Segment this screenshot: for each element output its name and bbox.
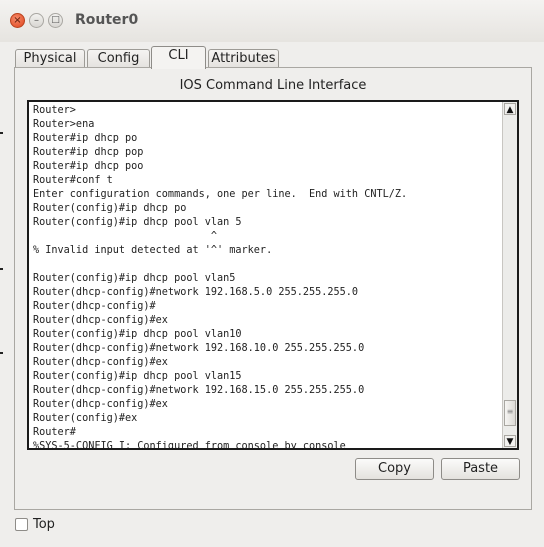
- terminal-line: Router(config)#ip dhcp pool vlan10: [33, 329, 242, 340]
- minimize-window-button[interactable]: –: [29, 13, 44, 28]
- terminal-line: Router(config)#ip dhcp pool vlan15: [33, 371, 242, 382]
- terminal-scrollbar[interactable]: ▲ ≡ ▼: [502, 102, 517, 448]
- tab-config[interactable]: Config: [87, 49, 150, 69]
- terminal-line: Router(dhcp-config)#network 192.168.5.0 …: [33, 287, 359, 298]
- panel-title: IOS Command Line Interface: [179, 78, 367, 93]
- scroll-thumb[interactable]: ≡: [504, 400, 516, 426]
- edge-artifact: [0, 268, 3, 270]
- terminal-line: ^: [33, 231, 218, 242]
- terminal-line: Router(dhcp-config)#ex: [33, 357, 168, 368]
- scroll-up-icon[interactable]: ▲: [504, 103, 516, 115]
- terminal-line: Router>: [33, 105, 76, 116]
- title-bar: × – □ Router0: [0, 0, 544, 42]
- tab-cli[interactable]: CLI: [151, 46, 206, 69]
- maximize-window-button[interactable]: □: [48, 13, 63, 28]
- copy-button[interactable]: Copy: [355, 458, 434, 480]
- tab-physical[interactable]: Physical: [15, 49, 85, 69]
- terminal-line: %SYS-5-CONFIG_I: Configured from console…: [33, 441, 346, 450]
- terminal-line: Router(dhcp-config)#ex: [33, 399, 168, 410]
- terminal-line: Router(config)#ip dhcp pool vlan5: [33, 273, 236, 284]
- scroll-down-icon[interactable]: ▼: [504, 435, 516, 447]
- terminal-line: Router(dhcp-config)#network 192.168.15.0…: [33, 385, 365, 396]
- edge-artifact: [0, 352, 3, 354]
- terminal-line: Router(dhcp-config)#ex: [33, 315, 168, 326]
- terminal-line: Router(config)#ip dhcp po: [33, 203, 187, 214]
- top-checkbox-label: Top: [33, 517, 55, 532]
- terminal-line: Router(config)#ex: [33, 413, 138, 424]
- terminal-line: Router(dhcp-config)#: [33, 301, 156, 312]
- terminal-line: Router(dhcp-config)#network 192.168.10.0…: [33, 343, 365, 354]
- top-checkbox[interactable]: [15, 518, 28, 531]
- paste-button[interactable]: Paste: [441, 458, 520, 480]
- window-title: Router0: [75, 12, 139, 28]
- terminal-line: Router#ip dhcp po: [33, 133, 138, 144]
- terminal-line: Router#ip dhcp poo: [33, 161, 144, 172]
- close-window-button[interactable]: ×: [10, 13, 25, 28]
- tab-attributes[interactable]: Attributes: [208, 49, 279, 69]
- edge-artifact: [0, 132, 3, 134]
- terminal-line: Router(config)#ip dhcp pool vlan 5: [33, 217, 242, 228]
- terminal-line: Router#ip dhcp pop: [33, 147, 144, 158]
- cli-panel: IOS Command Line Interface Router> Router…: [14, 67, 532, 510]
- terminal-line: Router#: [33, 427, 76, 438]
- terminal-line: Router#conf t: [33, 175, 113, 186]
- terminal-output[interactable]: Router> Router>ena Router#ip dhcp po Router…: [33, 104, 503, 450]
- terminal-line: % Invalid input detected at '^' marker.: [33, 245, 273, 256]
- cli-terminal[interactable]: Router> Router>ena Router#ip dhcp po Router…: [27, 100, 519, 450]
- terminal-line: Enter configuration commands, one per li…: [33, 189, 408, 200]
- terminal-line: Router>ena: [33, 119, 95, 130]
